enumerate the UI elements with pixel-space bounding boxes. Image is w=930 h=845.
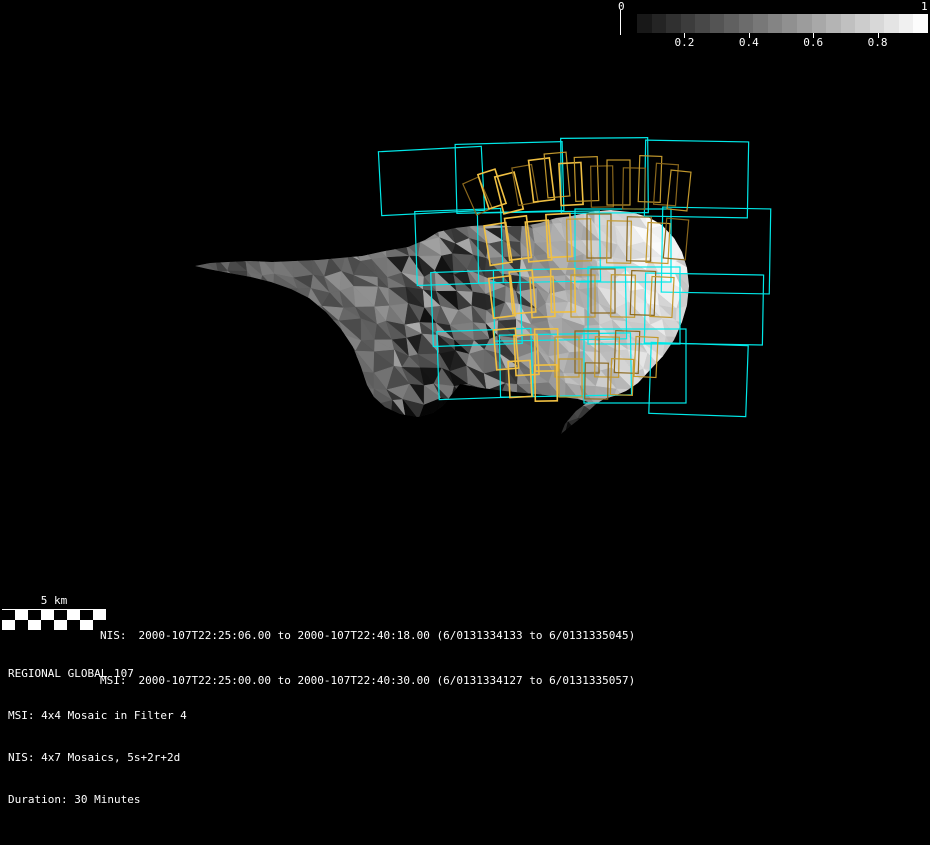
- scale-checker-cell: [67, 620, 80, 630]
- colorbar-step: [782, 14, 797, 33]
- colorbar-zero-line: [620, 10, 621, 35]
- nis-footprint: [512, 165, 538, 206]
- colorbar-step: [652, 14, 667, 33]
- colorbar-step: [826, 14, 841, 33]
- scale-checker-cell: [2, 620, 15, 630]
- colorbar-step: [841, 14, 856, 33]
- scale-checker-cell: [28, 610, 41, 620]
- nis-footprint: [495, 172, 524, 214]
- sequence-title: REGIONAL GLOBAL 107: [8, 667, 187, 681]
- colorbar-step: [913, 14, 928, 33]
- scale-checker-cell: [2, 610, 15, 620]
- colorbar-tick-label: 0.2: [669, 36, 699, 49]
- colorbar-step: [637, 14, 652, 33]
- scale-checker-cell: [67, 610, 80, 620]
- colorbar-tick-label: 0.4: [734, 36, 764, 49]
- colorbar-max-label: 1: [921, 0, 928, 13]
- colorbar-step: [899, 14, 914, 33]
- scale-bar-label: 5 km: [2, 594, 106, 607]
- msi-mosaic-info: MSI: 4x4 Mosaic in Filter 4: [8, 709, 187, 723]
- scale-checker-cell: [41, 610, 54, 620]
- nis-footprint: [607, 160, 630, 205]
- msi-footprint: [644, 140, 748, 218]
- scale-checker-cell: [80, 610, 93, 620]
- nis-footprint: [654, 163, 679, 205]
- sequence-info-block: REGIONAL GLOBAL 107 MSI: 4x4 Mosaic in F…: [8, 639, 187, 835]
- scale-checkerboard: [2, 610, 106, 630]
- colorbar-step: [695, 14, 710, 33]
- duration-info: Duration: 30 Minutes: [8, 793, 187, 807]
- colorbar-step: [855, 14, 870, 33]
- colorbar-step: [797, 14, 812, 33]
- viewport: 0 1 0.20.40.60.8 5 km NIS:2000-107T22:25…: [0, 0, 930, 845]
- scale-checker-cell: [41, 620, 54, 630]
- colorbar-tick-label: 0.8: [863, 36, 893, 49]
- nis-footprint: [623, 168, 646, 209]
- nis-footprint: [544, 152, 570, 198]
- colorbar-step: [884, 14, 899, 33]
- colorbar-gradient: [637, 14, 928, 33]
- scale-checker-cell: [28, 620, 41, 630]
- colorbar-step: [739, 14, 754, 33]
- nis-mosaic-info: NIS: 4x7 Mosaics, 5s+2r+2d: [8, 751, 187, 765]
- colorbar-step: [666, 14, 681, 33]
- colorbar-step: [768, 14, 783, 33]
- msi-times: 2000-107T22:25:00.00 to 2000-107T22:40:3…: [139, 674, 636, 687]
- colorbar-step: [724, 14, 739, 33]
- scale-checker-cell: [80, 620, 93, 630]
- colorbar-tick-label: 0.6: [798, 36, 828, 49]
- scale-checker-cell: [15, 610, 28, 620]
- colorbar-step: [812, 14, 827, 33]
- msi-footprint: [561, 138, 649, 214]
- colorbar: 0 1 0.2 0.4 0.6 0.8: [616, 0, 930, 50]
- nis-footprint: [638, 156, 662, 203]
- colorbar-step: [753, 14, 768, 33]
- colorbar-step: [681, 14, 696, 33]
- scale-checker-cell: [54, 610, 67, 620]
- colorbar-step: [710, 14, 725, 33]
- colorbar-min-label: 0: [618, 0, 625, 13]
- nis-times: 2000-107T22:25:06.00 to 2000-107T22:40:1…: [139, 629, 636, 642]
- scale-checker-cell: [15, 620, 28, 630]
- nis-footprint: [529, 158, 555, 202]
- colorbar-step: [870, 14, 885, 33]
- scale-checker-cell: [54, 620, 67, 630]
